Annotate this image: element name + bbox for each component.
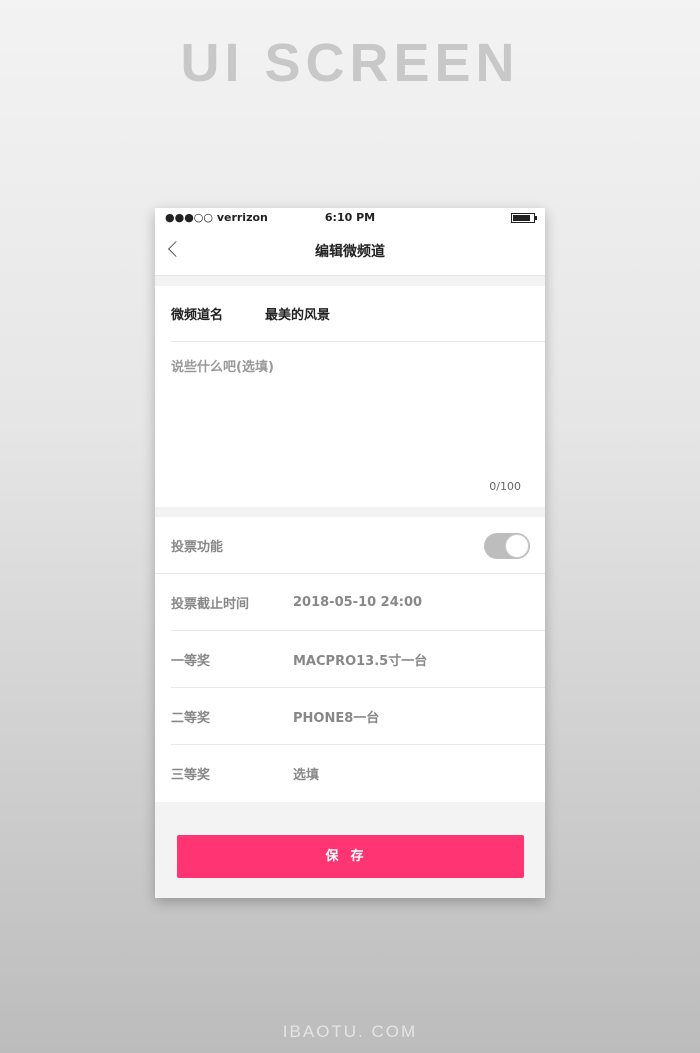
save-button[interactable]: 保存 [177,835,524,878]
channel-card: 微频道名 最美的风景 说些什么吧(选填) 0/100 [155,286,545,507]
phone-screen: ●●●○○ verrizon 6:10 PM 编辑微频道 微频道名 最美的风景 … [155,208,545,898]
channel-name-field[interactable]: 微频道名 最美的风景 [171,286,545,342]
vote-toggle-row: 投票功能 [155,517,545,574]
field-value: 选填 [293,768,320,783]
field-value: PHONE8一台 [293,710,380,726]
field-label: 投票截止时间 [171,596,250,612]
description-textarea[interactable]: 说些什么吧(选填) 0/100 [155,342,545,507]
hero-title: UI SCREEN [180,33,520,93]
field-label: 一等奖 [171,653,211,669]
deadline-row[interactable]: 投票截止时间 2018-05-10 24:00 [171,574,545,631]
third-prize-row[interactable]: 三等奖 选填 [171,745,545,802]
clock: 6:10 PM [324,211,376,224]
second-prize-row[interactable]: 二等奖 PHONE8一台 [171,688,545,745]
field-label: 投票功能 [171,539,224,555]
status-bar: ●●●○○ verrizon 6:10 PM [155,208,545,228]
field-value: 2018-05-10 24:00 [293,594,423,610]
channel-name-input[interactable]: 最美的风景 [265,304,330,323]
field-label: 三等奖 [171,768,211,783]
vote-toggle[interactable] [484,533,530,559]
page-title: 编辑微频道 [315,244,385,260]
description-placeholder: 说些什么吧(选填) [171,360,274,375]
footer-watermark: IBAOTU. COM [282,1022,418,1041]
char-counter: 0/100 [489,480,521,493]
toggle-knob [505,534,529,558]
field-label: 微频道名 [171,308,224,323]
vote-card: 投票功能 投票截止时间 2018-05-10 24:00 一等奖 MACPRO13.… [155,517,545,802]
field-label: 二等奖 [171,710,211,726]
first-prize-row[interactable]: 一等奖 MACPRO13.5寸一台 [171,631,545,688]
nav-bar: 编辑微频道 [155,228,545,276]
field-value: MACPRO13.5寸一台 [293,653,428,669]
battery-icon [511,213,537,223]
